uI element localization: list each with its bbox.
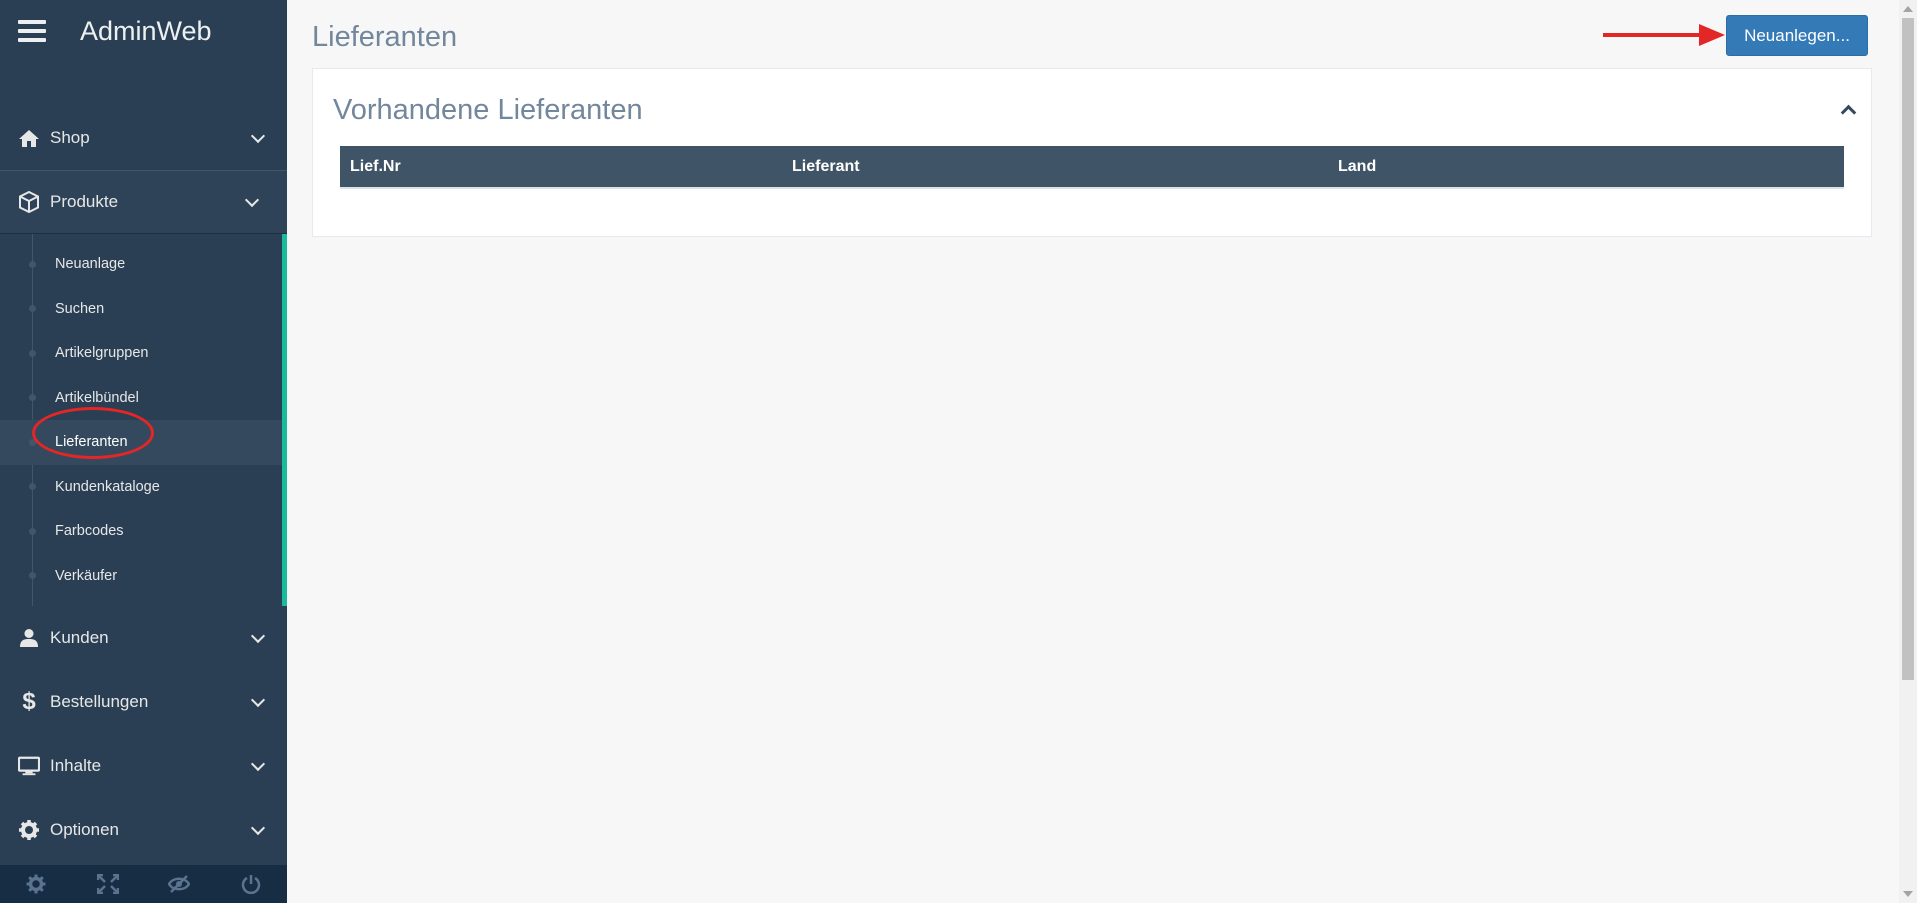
scrollbar-thumb[interactable] bbox=[1902, 18, 1914, 680]
suppliers-table: Lief.Nr Lieferant Land bbox=[340, 146, 1844, 189]
sidebar-item-label: Kunden bbox=[50, 628, 109, 647]
vertical-scrollbar[interactable] bbox=[1899, 0, 1917, 903]
chevron-down-icon bbox=[250, 692, 266, 708]
bullet-icon bbox=[29, 438, 36, 446]
sidebar-item-label: Shop bbox=[50, 128, 90, 147]
sidebar-item-label: Bestellungen bbox=[50, 692, 149, 711]
column-header-lieferant[interactable]: Lieferant bbox=[782, 146, 1328, 189]
submenu-item-label: Verkäufer bbox=[55, 567, 118, 584]
app-title: AdminWeb bbox=[80, 15, 212, 46]
cube-icon bbox=[18, 191, 40, 213]
chevron-down-icon bbox=[250, 628, 266, 644]
desktop-icon bbox=[18, 755, 40, 777]
sidebar-item-kunden[interactable]: Kunden bbox=[0, 606, 287, 670]
bullet-icon bbox=[29, 572, 36, 580]
submenu-item-kundenkataloge[interactable]: Kundenkataloge bbox=[0, 465, 282, 510]
submenu-item-label: Lieferanten bbox=[55, 434, 128, 451]
bullet-icon bbox=[29, 260, 36, 268]
scroll-down-icon[interactable] bbox=[1903, 891, 1913, 897]
sidebar-item-label: Inhalte bbox=[50, 756, 102, 775]
user-icon bbox=[18, 627, 40, 649]
submenu-item-label: Neuanlage bbox=[55, 256, 126, 273]
menu-toggle-icon[interactable] bbox=[18, 20, 46, 42]
page-title: Lieferanten bbox=[312, 21, 458, 53]
submenu-item-label: Artikelbündel bbox=[55, 389, 139, 406]
sidebar-menu: Shop Produkte Neuanlage Suchen Artikelgr… bbox=[0, 106, 287, 862]
submenu-item-farbcodes[interactable]: Farbcodes bbox=[0, 509, 282, 554]
sidebar-item-shop[interactable]: Shop bbox=[0, 106, 287, 170]
power-icon[interactable] bbox=[215, 865, 287, 903]
submenu-item-verkaeufer[interactable]: Verkäufer bbox=[0, 554, 282, 599]
lock-icon[interactable] bbox=[144, 865, 216, 903]
chevron-down-icon bbox=[250, 128, 266, 144]
bullet-icon bbox=[29, 394, 36, 402]
chevron-down-icon bbox=[244, 192, 260, 208]
table-header-row: Lief.Nr Lieferant Land bbox=[340, 146, 1844, 189]
sidebar-item-bestellungen[interactable]: $ Bestellungen bbox=[0, 670, 287, 734]
fullscreen-icon[interactable] bbox=[72, 865, 144, 903]
chevron-up-icon[interactable] bbox=[1841, 103, 1855, 117]
annotation-arrow-icon bbox=[1603, 24, 1725, 46]
column-header-lief-nr[interactable]: Lief.Nr bbox=[340, 146, 782, 189]
sidebar: AdminWeb Shop Produkte Neuanlage Suchen … bbox=[0, 0, 287, 903]
chevron-down-icon bbox=[250, 756, 266, 772]
bullet-icon bbox=[29, 305, 36, 313]
scroll-up-icon[interactable] bbox=[1903, 6, 1913, 12]
sidebar-item-label: Optionen bbox=[50, 820, 119, 839]
submenu-item-label: Artikelgruppen bbox=[55, 345, 149, 362]
submenu-item-label: Kundenkataloge bbox=[55, 478, 160, 495]
column-header-land[interactable]: Land bbox=[1328, 146, 1844, 189]
new-supplier-button[interactable]: Neuanlegen... bbox=[1726, 15, 1868, 56]
suppliers-panel: Vorhandene Lieferanten Lief.Nr Lieferant… bbox=[312, 68, 1872, 237]
sidebar-footer bbox=[0, 865, 287, 903]
bullet-icon bbox=[29, 349, 36, 357]
main-content: Lieferanten Neuanlegen... Vorhandene Lie… bbox=[287, 0, 1899, 903]
bullet-icon bbox=[29, 527, 36, 535]
brand-bar: AdminWeb bbox=[0, 0, 287, 62]
submenu-item-label: Farbcodes bbox=[55, 523, 124, 540]
sidebar-item-inhalte[interactable]: Inhalte bbox=[0, 734, 287, 798]
settings-icon[interactable] bbox=[0, 865, 72, 903]
submenu-item-suchen[interactable]: Suchen bbox=[0, 287, 282, 332]
dollar-icon: $ bbox=[22, 688, 36, 715]
submenu-item-label: Suchen bbox=[55, 300, 105, 317]
submenu-item-neuanlage[interactable]: Neuanlage bbox=[0, 242, 282, 287]
submenu-item-artikelbuendel[interactable]: Artikelbündel bbox=[0, 376, 282, 421]
chevron-down-icon bbox=[250, 820, 266, 836]
home-icon bbox=[18, 127, 40, 149]
panel-title: Vorhandene Lieferanten bbox=[333, 94, 643, 126]
submenu-item-artikelgruppen[interactable]: Artikelgruppen bbox=[0, 331, 282, 376]
bullet-icon bbox=[29, 483, 36, 491]
submenu-item-lieferanten[interactable]: Lieferanten bbox=[0, 420, 282, 465]
sidebar-item-produkte[interactable]: Produkte bbox=[0, 170, 287, 234]
sidebar-item-label: Produkte bbox=[50, 192, 119, 211]
gear-icon bbox=[18, 819, 40, 841]
sidebar-item-optionen[interactable]: Optionen bbox=[0, 798, 287, 862]
produkte-submenu: Neuanlage Suchen Artikelgruppen Artikelb… bbox=[0, 234, 287, 606]
